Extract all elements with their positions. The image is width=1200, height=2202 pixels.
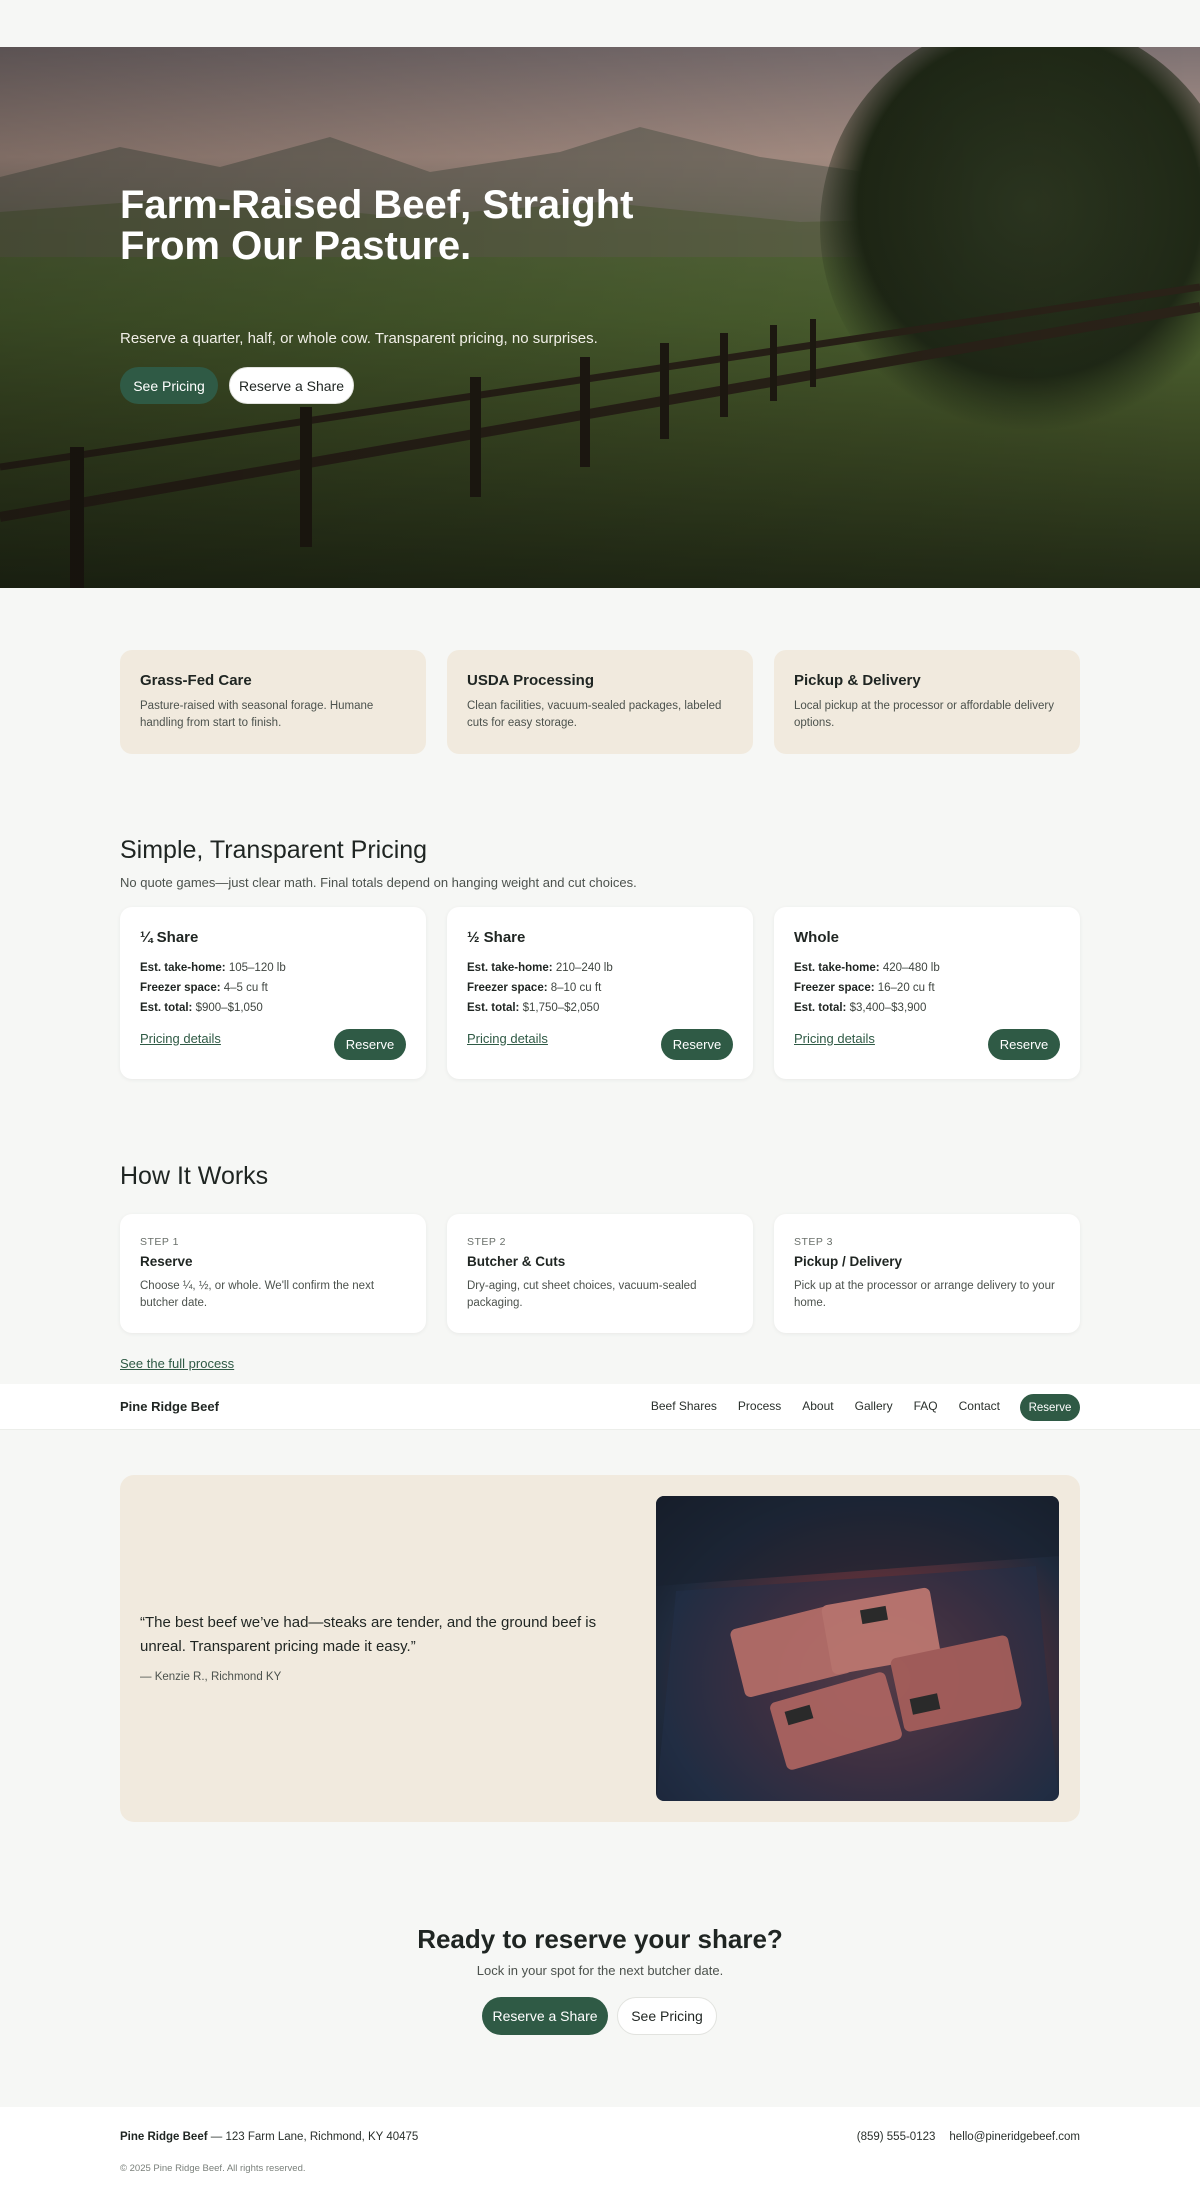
testimonial-quote: “The best beef we’ve had—steaks are tend…	[140, 1614, 597, 1655]
nav-menu: Beef Shares Process About Gallery FAQ Co…	[651, 1399, 1000, 1413]
nav-item-faq[interactable]: FAQ	[914, 1399, 938, 1413]
freezer-row: Freezer space: 4–5 cu ft	[140, 982, 268, 994]
nav-item-contact[interactable]: Contact	[959, 1399, 1000, 1413]
step-card: STEP 3 Pickup / Delivery Pick up at the …	[774, 1214, 1080, 1333]
footer: Pine Ridge Beef — 123 Farm Lane, Richmon…	[0, 2107, 1200, 2202]
freezer-row: Freezer space: 8–10 cu ft	[467, 982, 602, 994]
hero-title: Farm-Raised Beef, Straight From Our Past…	[120, 183, 634, 268]
step-text: Choose ¼, ½, or whole. We'll confirm the…	[140, 1280, 375, 1309]
feature-card: Grass-Fed Care Pasture-raised with seaso…	[120, 650, 426, 754]
pricing-details-link[interactable]: Pricing details	[140, 1031, 221, 1046]
reserve-button[interactable]: Reserve	[334, 1029, 406, 1060]
cta-pricing-button[interactable]: See Pricing	[617, 1997, 717, 2035]
step-title: Butcher & Cuts	[467, 1254, 566, 1269]
total-row: Est. total: $1,750–$2,050	[467, 1002, 600, 1014]
total-row: Est. total: $900–$1,050	[140, 1002, 263, 1014]
feature-card: USDA Processing Clean facilities, vacuum…	[447, 650, 753, 754]
hero-section	[0, 47, 1200, 588]
testimonial-author: — Kenzie R., Richmond KY	[140, 1671, 282, 1683]
step-card: STEP 1 Reserve Choose ¼, ½, or whole. We…	[120, 1214, 426, 1333]
pricing-card-half: ½ Share Est. take-home: 210–240 lb Freez…	[447, 907, 753, 1079]
hero-overlay	[0, 47, 1200, 588]
pricing-subtitle: No quote games—just clear math. Final to…	[120, 875, 637, 890]
full-process-link[interactable]: See the full process	[120, 1356, 234, 1371]
feature-title: Grass-Fed Care	[140, 672, 252, 689]
pricing-details-link[interactable]: Pricing details	[794, 1031, 875, 1046]
nav-reserve-button[interactable]: Reserve	[1020, 1394, 1080, 1421]
feature-text: Local pickup at the processor or afforda…	[794, 700, 1054, 729]
nav-item-process[interactable]: Process	[738, 1399, 781, 1413]
cta-title: Ready to reserve your share?	[417, 1924, 783, 1954]
step-number: STEP 1	[140, 1236, 179, 1248]
cta-subtitle: Lock in your spot for the next butcher d…	[476, 1963, 724, 1978]
take-home-row: Est. take-home: 105–120 lb	[140, 962, 286, 974]
footer-copyright: © 2025 Pine Ridge Beef. All rights reser…	[120, 2163, 306, 2174]
freezer-photo	[656, 1496, 1059, 1801]
pricing-card-whole: Whole Est. take-home: 420–480 lb Freezer…	[774, 907, 1080, 1079]
brand-logo[interactable]: Pine Ridge Beef	[120, 1399, 219, 1414]
footer-phone[interactable]: (859) 555-0123	[857, 2131, 936, 2143]
feature-text: Clean facilities, vacuum-sealed packages…	[467, 700, 722, 729]
feature-text: Pasture-raised with seasonal forage. Hum…	[140, 700, 374, 729]
pricing-title: Simple, Transparent Pricing	[120, 836, 428, 864]
reserve-button[interactable]: Reserve	[988, 1029, 1060, 1060]
total-row: Est. total: $3,400–$3,900	[794, 1002, 927, 1014]
step-title: Reserve	[140, 1254, 193, 1269]
plan-name: ¼ Share	[140, 929, 199, 946]
hero-subtitle: Reserve a quarter, half, or whole cow. T…	[120, 330, 598, 347]
step-text: Dry-aging, cut sheet choices, vacuum-sea…	[467, 1280, 697, 1309]
reserve-button[interactable]: Reserve	[661, 1029, 733, 1060]
step-title: Pickup / Delivery	[794, 1254, 903, 1269]
take-home-row: Est. take-home: 420–480 lb	[794, 962, 940, 974]
step-card: STEP 2 Butcher & Cuts Dry-aging, cut she…	[447, 1214, 753, 1333]
freezer-illustration	[656, 1496, 1059, 1801]
see-pricing-button[interactable]: See Pricing	[120, 367, 218, 404]
step-number: STEP 3	[794, 1236, 833, 1248]
step-number: STEP 2	[467, 1236, 506, 1248]
feature-card: Pickup & Delivery Local pickup at the pr…	[774, 650, 1080, 754]
reserve-share-button[interactable]: Reserve a Share	[229, 367, 354, 404]
testimonial-card: “The best beef we’ve had—steaks are tend…	[120, 1475, 1080, 1822]
pricing-card-quarter: ¼ Share Est. take-home: 105–120 lb Freez…	[120, 907, 426, 1079]
freezer-row: Freezer space: 16–20 cu ft	[794, 982, 935, 994]
footer-contact: (859) 555-0123 hello@pineridgebeef.com	[857, 2131, 1080, 2143]
nav-item-gallery[interactable]: Gallery	[855, 1399, 893, 1413]
footer-address: Pine Ridge Beef — 123 Farm Lane, Richmon…	[120, 2131, 419, 2143]
feature-title: USDA Processing	[467, 672, 594, 689]
plan-name: Whole	[794, 929, 839, 946]
footer-brand: Pine Ridge Beef	[120, 2131, 208, 2143]
pricing-details-link[interactable]: Pricing details	[467, 1031, 548, 1046]
step-text: Pick up at the processor or arrange deli…	[794, 1280, 1055, 1309]
how-title: How It Works	[120, 1162, 269, 1190]
plan-name: ½ Share	[467, 929, 526, 946]
take-home-row: Est. take-home: 210–240 lb	[467, 962, 613, 974]
footer-email[interactable]: hello@pineridgebeef.com	[949, 2131, 1080, 2143]
navbar: Pine Ridge Beef Beef Shares Process Abou…	[0, 1384, 1200, 1430]
cta-reserve-button[interactable]: Reserve a Share	[482, 1997, 608, 2035]
feature-title: Pickup & Delivery	[794, 672, 921, 689]
nav-item-beef-shares[interactable]: Beef Shares	[651, 1399, 717, 1413]
nav-item-about[interactable]: About	[802, 1399, 833, 1413]
